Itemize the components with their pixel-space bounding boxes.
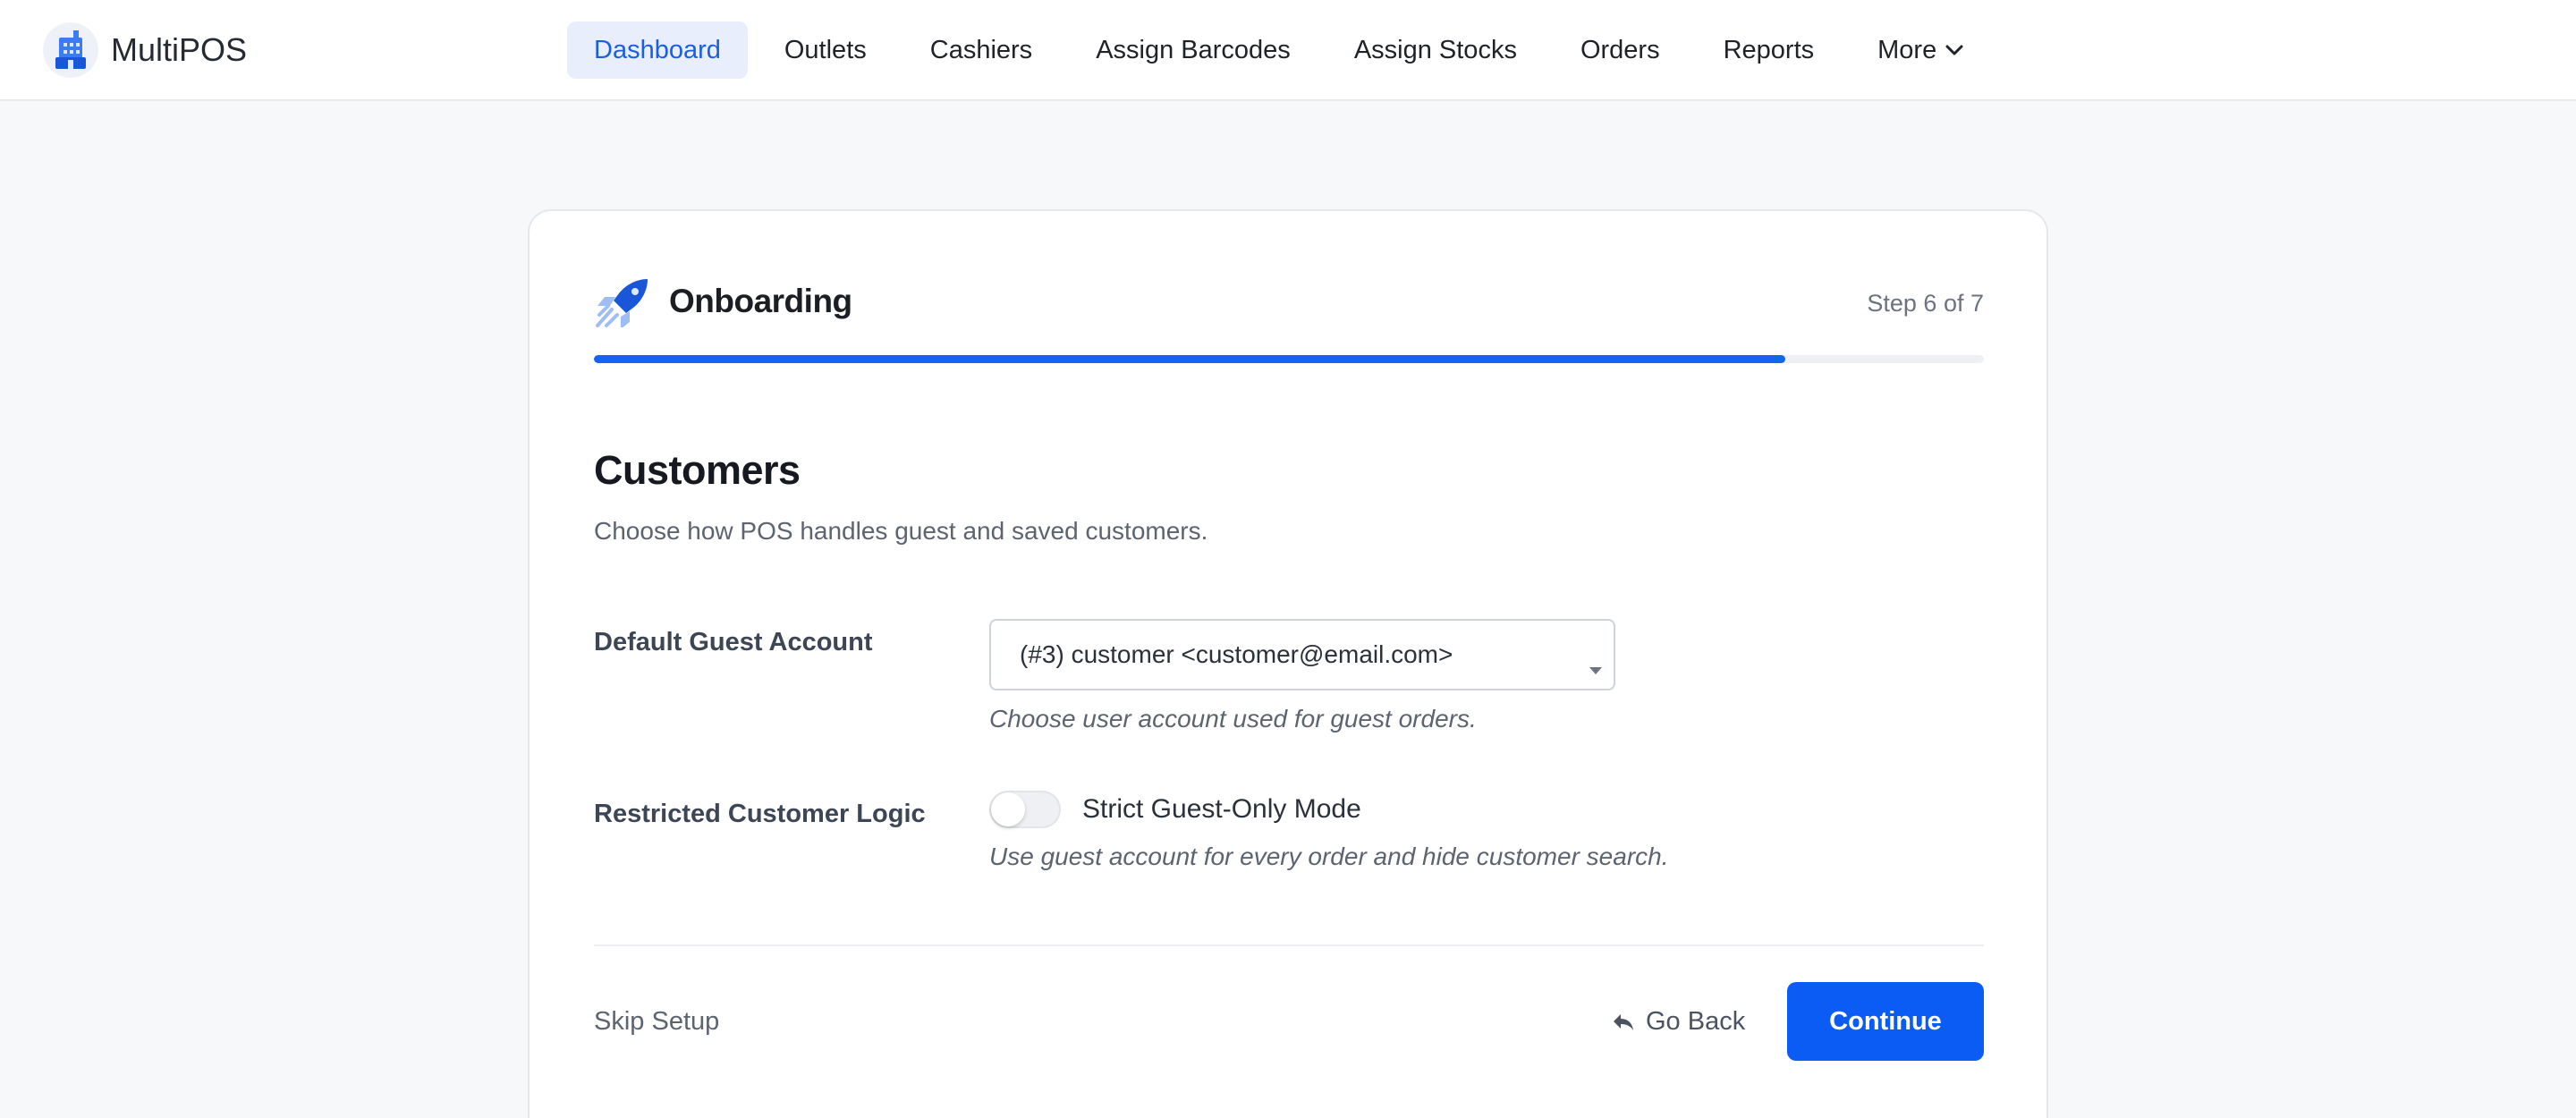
continue-label: Continue bbox=[1829, 1006, 1942, 1036]
reply-arrow-icon bbox=[1612, 1012, 1635, 1032]
top-navbar: MultiPOS Dashboard Outlets Cashiers Assi… bbox=[0, 0, 2576, 101]
nav-item-reports[interactable]: Reports bbox=[1697, 21, 1842, 79]
nav-item-cashiers[interactable]: Cashiers bbox=[903, 21, 1059, 79]
nav-item-more[interactable]: More bbox=[1851, 21, 1990, 79]
section-title: Customers bbox=[594, 447, 801, 493]
main-nav: Dashboard Outlets Cashiers Assign Barcod… bbox=[567, 21, 2000, 79]
nav-item-label: Reports bbox=[1723, 35, 1815, 64]
guest-account-select[interactable]: (#3) customer <customer@email.com> bbox=[989, 619, 1615, 690]
onboarding-progress-bar bbox=[594, 355, 1984, 363]
step-indicator: Step 6 of 7 bbox=[1867, 290, 1984, 317]
nav-item-label: More bbox=[1877, 35, 1937, 64]
onboarding-card: Onboarding Step 6 of 7 Customers Choose … bbox=[528, 209, 2048, 1118]
chevron-down-icon bbox=[1945, 44, 1963, 56]
nav-item-assign-barcodes[interactable]: Assign Barcodes bbox=[1069, 21, 1318, 79]
section-subtitle: Choose how POS handles guest and saved c… bbox=[594, 517, 1208, 545]
card-header: Onboarding Step 6 of 7 bbox=[594, 275, 1984, 331]
brand[interactable]: MultiPOS bbox=[43, 21, 247, 79]
nav-item-orders[interactable]: Orders bbox=[1554, 21, 1687, 79]
go-back-label: Go Back bbox=[1646, 1007, 1746, 1036]
skip-setup-link[interactable]: Skip Setup bbox=[594, 1007, 719, 1037]
onboarding-title: Onboarding bbox=[669, 283, 852, 319]
restricted-logic-hint: Use guest account for every order and hi… bbox=[989, 843, 1669, 870]
guest-account-value: (#3) customer <customer@email.com> bbox=[1020, 640, 1453, 668]
toggle-knob bbox=[991, 792, 1025, 826]
caret-down-icon bbox=[1589, 653, 1603, 682]
nav-item-label: Outlets bbox=[784, 35, 867, 64]
strict-guest-mode-label[interactable]: Strict Guest-Only Mode bbox=[1082, 794, 1361, 825]
guest-account-label: Default Guest Account bbox=[594, 628, 873, 656]
rocket-icon bbox=[594, 277, 649, 329]
strict-guest-mode-toggle[interactable] bbox=[989, 791, 1061, 828]
nav-item-assign-stocks[interactable]: Assign Stocks bbox=[1327, 21, 1544, 79]
nav-item-label: Assign Stocks bbox=[1353, 35, 1517, 64]
store-building-icon bbox=[43, 22, 98, 78]
nav-item-label: Dashboard bbox=[594, 35, 721, 64]
divider bbox=[594, 944, 1984, 946]
guest-account-hint: Choose user account used for guest order… bbox=[989, 705, 1477, 733]
progress-fill bbox=[594, 355, 1785, 363]
continue-button[interactable]: Continue bbox=[1787, 982, 1984, 1061]
nav-item-label: Orders bbox=[1580, 35, 1660, 64]
restricted-logic-label: Restricted Customer Logic bbox=[594, 800, 926, 828]
nav-item-outlets[interactable]: Outlets bbox=[758, 21, 894, 79]
nav-item-label: Cashiers bbox=[929, 35, 1033, 64]
go-back-button[interactable]: Go Back bbox=[1612, 1007, 1745, 1037]
brand-name: MultiPOS bbox=[111, 31, 248, 68]
nav-item-label: Assign Barcodes bbox=[1096, 35, 1291, 64]
nav-item-dashboard[interactable]: Dashboard bbox=[567, 21, 748, 79]
